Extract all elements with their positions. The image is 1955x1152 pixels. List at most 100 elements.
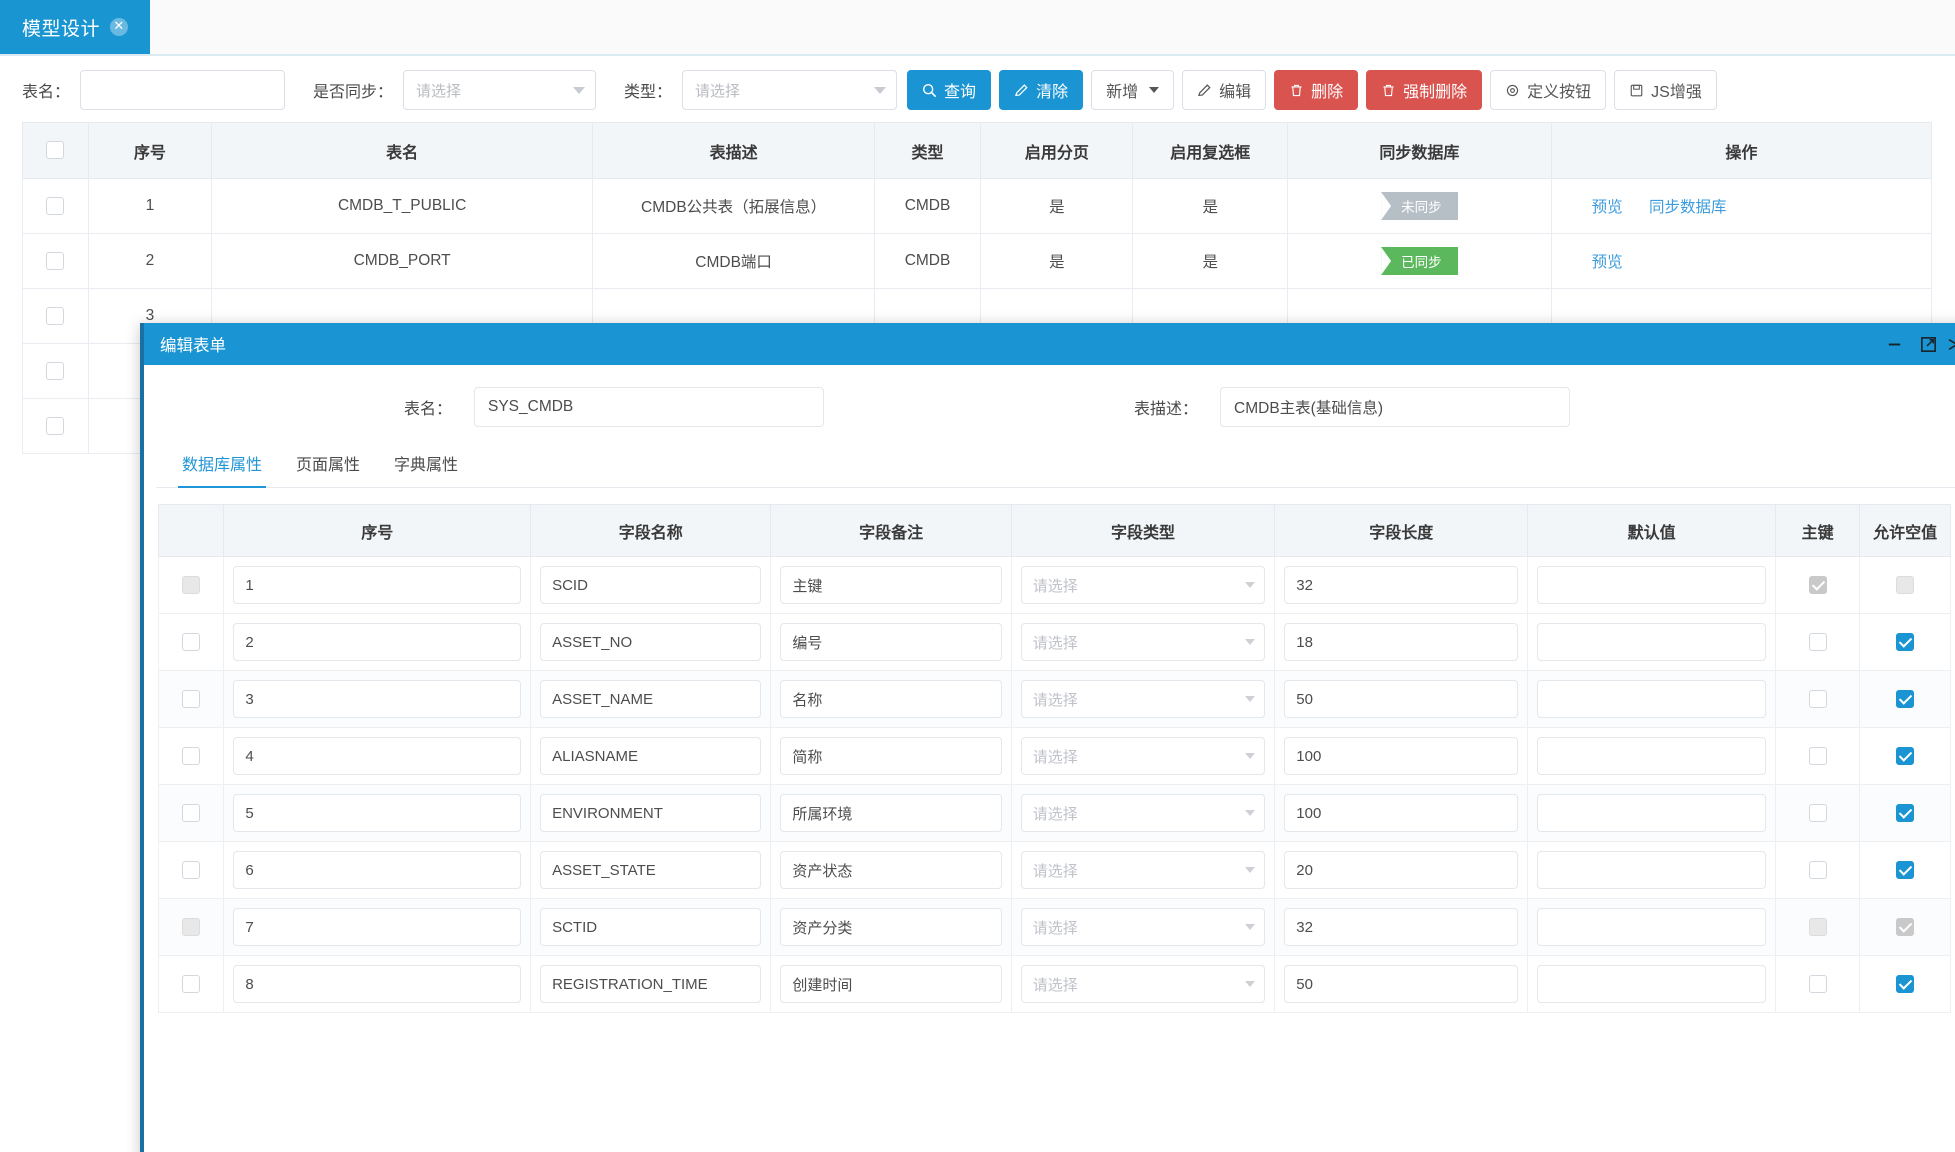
close-icon[interactable] bbox=[1945, 327, 1955, 361]
field-name-input[interactable] bbox=[540, 908, 761, 946]
preview-link[interactable]: 预览 bbox=[1592, 199, 1623, 216]
row-checkbox[interactable] bbox=[46, 417, 64, 435]
field-name-input[interactable] bbox=[540, 623, 761, 661]
field-default-input[interactable] bbox=[1537, 794, 1766, 832]
field-row-checkbox[interactable] bbox=[182, 861, 200, 879]
field-length-input[interactable] bbox=[1284, 908, 1518, 946]
field-type-select[interactable]: 请选择 bbox=[1021, 794, 1266, 832]
nullable-checkbox[interactable] bbox=[1896, 975, 1914, 993]
field-remark-input[interactable] bbox=[780, 851, 1001, 889]
primary-key-checkbox[interactable] bbox=[1809, 633, 1827, 651]
primary-key-checkbox[interactable] bbox=[1809, 690, 1827, 708]
field-row[interactable]: 请选择 bbox=[159, 557, 1951, 614]
add-button[interactable]: 新增 bbox=[1091, 70, 1174, 110]
field-row-checkbox[interactable] bbox=[182, 975, 200, 993]
field-type-select[interactable]: 请选择 bbox=[1021, 851, 1266, 889]
primary-key-checkbox[interactable] bbox=[1809, 804, 1827, 822]
field-default-input[interactable] bbox=[1537, 908, 1766, 946]
field-row-checkbox[interactable] bbox=[182, 690, 200, 708]
field-name-input[interactable] bbox=[540, 794, 761, 832]
field-index-input[interactable] bbox=[233, 737, 521, 775]
type-filter-select[interactable]: 请选择 bbox=[682, 70, 897, 110]
field-row-checkbox[interactable] bbox=[182, 804, 200, 822]
field-length-input[interactable] bbox=[1284, 623, 1518, 661]
force-delete-button[interactable]: 强制删除 bbox=[1366, 70, 1482, 110]
field-remark-input[interactable] bbox=[780, 623, 1001, 661]
table-row[interactable]: 2 CMDB_PORT CMDB端口 CMDB 是 是 已同步 预览 bbox=[23, 234, 1932, 289]
field-type-select[interactable]: 请选择 bbox=[1021, 566, 1266, 604]
primary-key-checkbox[interactable] bbox=[1809, 861, 1827, 879]
row-checkbox[interactable] bbox=[46, 362, 64, 380]
table-name-input[interactable] bbox=[80, 70, 285, 110]
field-index-input[interactable] bbox=[233, 680, 521, 718]
field-type-select[interactable]: 请选择 bbox=[1021, 737, 1266, 775]
field-length-input[interactable] bbox=[1284, 851, 1518, 889]
field-row-checkbox[interactable] bbox=[182, 747, 200, 765]
nullable-checkbox[interactable] bbox=[1896, 690, 1914, 708]
field-default-input[interactable] bbox=[1537, 737, 1766, 775]
nullable-checkbox[interactable] bbox=[1896, 633, 1914, 651]
field-row[interactable]: 请选择 bbox=[159, 785, 1951, 842]
field-remark-input[interactable] bbox=[780, 965, 1001, 1003]
field-default-input[interactable] bbox=[1537, 566, 1766, 604]
field-index-input[interactable] bbox=[233, 623, 521, 661]
field-row[interactable]: 请选择 bbox=[159, 842, 1951, 899]
primary-key-checkbox[interactable] bbox=[1809, 975, 1827, 993]
query-button[interactable]: 查询 bbox=[907, 70, 991, 110]
field-type-select[interactable]: 请选择 bbox=[1021, 623, 1266, 661]
field-length-input[interactable] bbox=[1284, 737, 1518, 775]
delete-button[interactable]: 删除 bbox=[1274, 70, 1358, 110]
maximize-icon[interactable] bbox=[1911, 327, 1945, 361]
close-circle-icon[interactable]: ✕ bbox=[110, 18, 128, 36]
field-name-input[interactable] bbox=[540, 737, 761, 775]
nullable-checkbox[interactable] bbox=[1896, 804, 1914, 822]
field-name-input[interactable] bbox=[540, 965, 761, 1003]
field-type-select[interactable]: 请选择 bbox=[1021, 680, 1266, 718]
define-button-button[interactable]: 定义按钮 bbox=[1490, 70, 1606, 110]
field-remark-input[interactable] bbox=[780, 737, 1001, 775]
field-length-input[interactable] bbox=[1284, 794, 1518, 832]
field-remark-input[interactable] bbox=[780, 680, 1001, 718]
field-index-input[interactable] bbox=[233, 794, 521, 832]
tab-page-attributes[interactable]: 页面属性 bbox=[292, 445, 364, 488]
row-checkbox[interactable] bbox=[46, 197, 64, 215]
tab-model-design[interactable]: 模型设计 ✕ bbox=[0, 0, 150, 54]
field-length-input[interactable] bbox=[1284, 965, 1518, 1003]
field-index-input[interactable] bbox=[233, 851, 521, 889]
field-type-select[interactable]: 请选择 bbox=[1021, 965, 1266, 1003]
sync-filter-select[interactable]: 请选择 bbox=[403, 70, 596, 110]
field-type-select[interactable]: 请选择 bbox=[1021, 908, 1266, 946]
dialog-description-input[interactable] bbox=[1220, 387, 1570, 427]
field-length-input[interactable] bbox=[1284, 680, 1518, 718]
field-row[interactable]: 请选择 bbox=[159, 614, 1951, 671]
field-index-input[interactable] bbox=[233, 566, 521, 604]
tab-database-attributes[interactable]: 数据库属性 bbox=[178, 445, 266, 488]
field-default-input[interactable] bbox=[1537, 851, 1766, 889]
minimize-icon[interactable] bbox=[1877, 327, 1911, 361]
dialog-table-name-input[interactable] bbox=[474, 387, 824, 427]
field-row[interactable]: 请选择 bbox=[159, 899, 1951, 956]
field-default-input[interactable] bbox=[1537, 965, 1766, 1003]
field-index-input[interactable] bbox=[233, 965, 521, 1003]
field-name-input[interactable] bbox=[540, 851, 761, 889]
js-enhance-button[interactable]: JS增强 bbox=[1614, 70, 1717, 110]
field-default-input[interactable] bbox=[1537, 680, 1766, 718]
field-row[interactable]: 请选择 bbox=[159, 728, 1951, 785]
row-checkbox[interactable] bbox=[46, 307, 64, 325]
field-name-input[interactable] bbox=[540, 566, 761, 604]
edit-button[interactable]: 编辑 bbox=[1182, 70, 1266, 110]
table-row[interactable]: 1 CMDB_T_PUBLIC CMDB公共表（拓展信息） CMDB 是 是 未… bbox=[23, 179, 1932, 234]
field-remark-input[interactable] bbox=[780, 908, 1001, 946]
row-checkbox[interactable] bbox=[46, 252, 64, 270]
preview-link[interactable]: 预览 bbox=[1592, 254, 1623, 271]
field-remark-input[interactable] bbox=[780, 794, 1001, 832]
field-index-input[interactable] bbox=[233, 908, 521, 946]
primary-key-checkbox[interactable] bbox=[1809, 747, 1827, 765]
field-default-input[interactable] bbox=[1537, 623, 1766, 661]
clear-button[interactable]: 清除 bbox=[999, 70, 1083, 110]
field-row-checkbox[interactable] bbox=[182, 633, 200, 651]
select-all-checkbox[interactable] bbox=[46, 141, 64, 159]
tab-dictionary-attributes[interactable]: 字典属性 bbox=[390, 445, 462, 488]
field-row[interactable]: 请选择 bbox=[159, 956, 1951, 1013]
sync-db-link[interactable]: 同步数据库 bbox=[1649, 199, 1727, 216]
